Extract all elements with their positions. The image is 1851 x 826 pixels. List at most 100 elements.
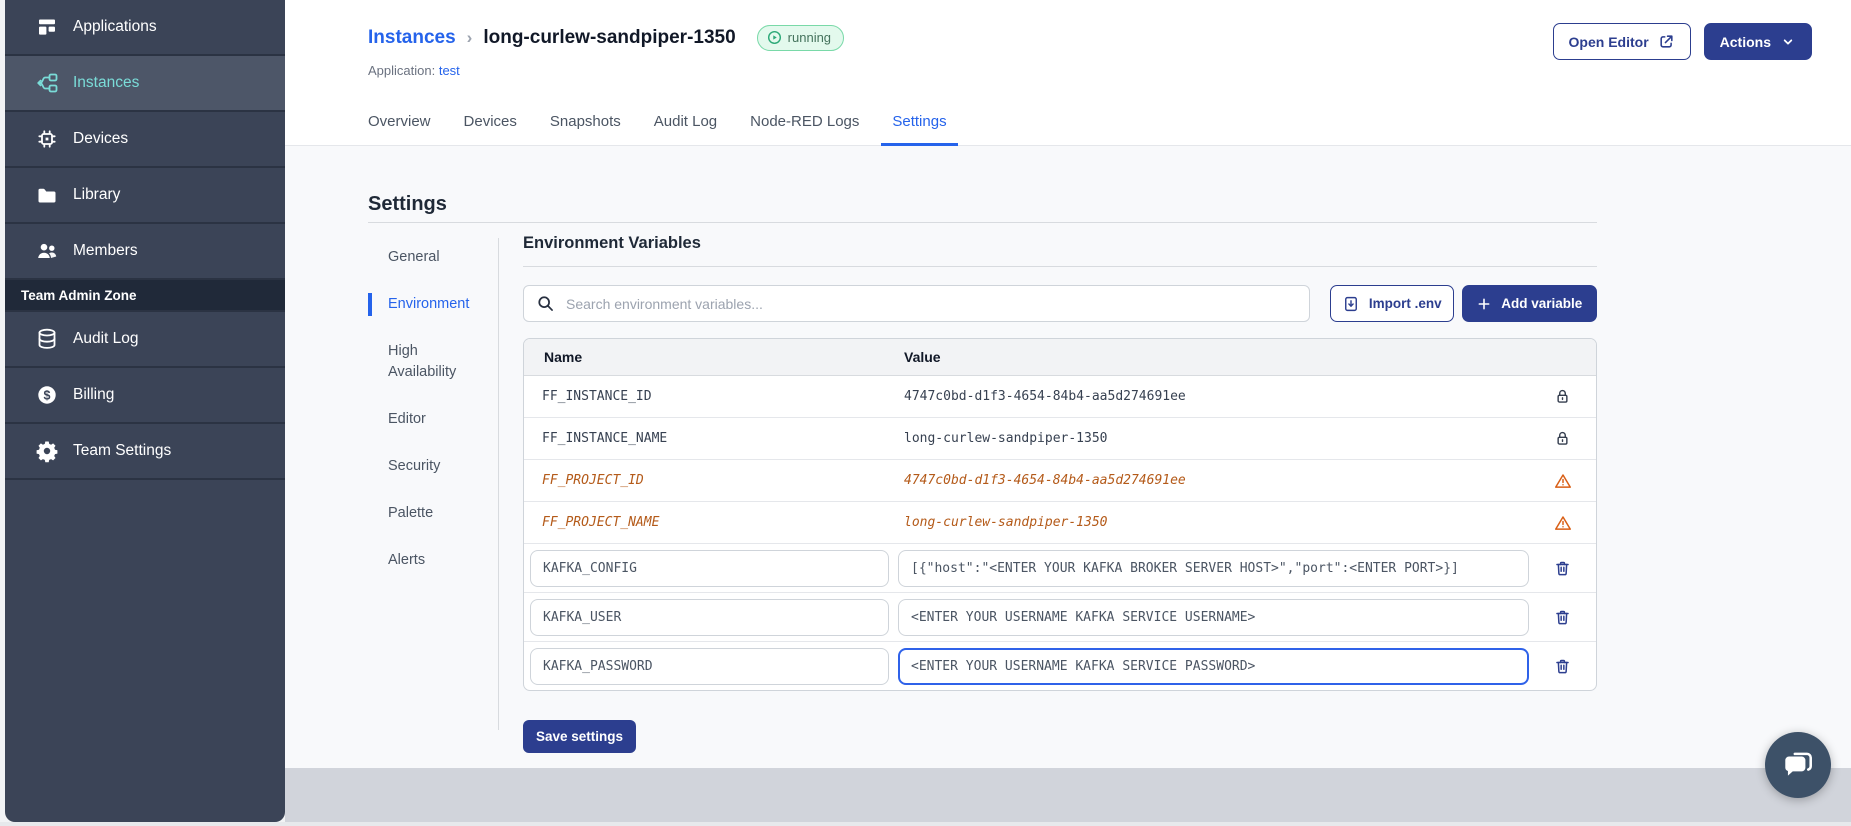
sidebar-item-label: Instances [73,74,140,91]
subnav-editor[interactable]: Editor [368,408,483,431]
plus-icon [1478,298,1490,309]
env-var-name: FF_INSTANCE_ID [542,389,652,404]
tab-snapshots[interactable]: Snapshots [539,103,632,146]
table-row: FF_INSTANCE_NAME long-curlew-sandpiper-1… [524,418,1596,460]
table-row [524,593,1596,642]
sidebar-item-label: Members [73,242,138,259]
sidebar-item-label: Library [73,186,121,203]
library-icon [35,183,59,207]
bottom-edge [0,822,1851,826]
sidebar-section-label: Team Admin Zone [21,287,137,303]
settings-divider [368,222,1597,223]
actions-button[interactable]: Actions [1703,23,1812,60]
tab-devices[interactable]: Devices [453,103,528,146]
sidebar-item-label: Billing [73,386,115,403]
tab-overview[interactable]: Overview [357,103,442,146]
column-header-value: Value [904,349,941,365]
sidebar-item-label: Devices [73,130,129,147]
running-icon [767,30,781,45]
env-var-value-input[interactable] [898,549,1529,587]
subnav-environment[interactable]: Environment [368,293,483,316]
open-editor-button[interactable]: Open Editor [1552,23,1691,60]
table-row [524,642,1596,690]
search-box [523,285,1310,322]
env-var-value: 4747c0bd-d1f3-4654-84b4-aa5d274691ee [904,389,1186,404]
application-link[interactable]: test [439,63,460,78]
tab-settings[interactable]: Settings [881,103,958,146]
add-variable-button[interactable]: Add variable [1461,285,1597,322]
main-area: Instances › long-curlew-sandpiper-1350 r… [285,0,1851,826]
warning-icon [1529,471,1596,491]
table-row [524,544,1596,593]
chevron-down-icon [1783,38,1793,45]
subnav-alerts[interactable]: Alerts [368,549,483,572]
external-link-icon [1660,35,1673,48]
sidebar-item-team-settings[interactable]: Team Settings [5,424,285,480]
table-header: Name Value [524,339,1596,376]
breadcrumb-instances-link[interactable]: Instances [368,27,456,49]
billing-icon: $ [35,383,59,407]
env-var-name-input[interactable] [530,598,889,636]
members-icon [35,239,59,263]
environment-title: Environment Variables [523,234,701,252]
status-badge: running [756,25,845,51]
chat-widget-button[interactable] [1765,732,1831,798]
settings-subnav: General Environment High Availability Ed… [368,246,483,596]
subnav-general[interactable]: General [368,246,483,269]
settings-page: Settings General Environment High Availa… [285,146,1851,768]
sidebar-item-instances[interactable]: Instances [5,56,285,112]
instances-icon [35,71,59,95]
status-badge-label: running [787,30,832,45]
environment-toolbar: Import .env Add variable [523,285,1597,322]
subnav-divider [498,238,499,730]
delete-variable-button[interactable] [1551,557,1574,580]
delete-variable-button[interactable] [1551,606,1574,629]
application-label: Application: [368,63,436,78]
search-input[interactable] [523,285,1310,322]
file-import-icon [1344,296,1357,311]
env-var-value-input-focused[interactable] [898,647,1529,685]
subnav-security[interactable]: Security [368,455,483,478]
sidebar-item-members[interactable]: Members [5,224,285,280]
lock-icon [1529,387,1596,406]
import-env-button[interactable]: Import .env [1330,285,1454,322]
save-settings-button[interactable]: Save settings [523,720,637,753]
sidebar-item-label: Audit Log [73,330,139,347]
env-var-name-input[interactable] [530,549,889,587]
page-title: Settings [368,192,447,215]
devices-icon [35,127,59,151]
env-var-name-input[interactable] [530,647,889,685]
breadcrumb: Instances › long-curlew-sandpiper-1350 r… [368,25,845,51]
environment-title-divider [523,266,1597,267]
sidebar-item-billing[interactable]: $ Billing [5,368,285,424]
search-icon [535,293,556,319]
instance-header: Instances › long-curlew-sandpiper-1350 r… [285,0,1851,146]
env-var-value-input[interactable] [898,598,1529,636]
app-window: Applications Instances Devices Library M… [0,0,1851,826]
lock-icon [1529,429,1596,448]
trash-icon [1556,659,1569,673]
warning-icon [1529,513,1596,533]
import-env-label: Import .env [1368,296,1442,311]
footer-strip [285,768,1851,822]
sidebar: Applications Instances Devices Library M… [5,0,285,822]
trash-icon [1556,610,1569,624]
tab-node-red-logs[interactable]: Node-RED Logs [739,103,870,146]
subnav-high-availability[interactable]: High Availability [368,340,483,384]
subnav-palette[interactable]: Palette [368,502,483,525]
sidebar-item-audit-log[interactable]: Audit Log [5,312,285,368]
sidebar-item-library[interactable]: Library [5,168,285,224]
sidebar-item-devices[interactable]: Devices [5,112,285,168]
add-variable-label: Add variable [1501,296,1583,311]
tab-audit-log[interactable]: Audit Log [643,103,728,146]
instance-tabs: Overview Devices Snapshots Audit Log Nod… [357,103,958,146]
table-row: FF_PROJECT_NAME long-curlew-sandpiper-13… [524,502,1596,544]
sidebar-item-applications[interactable]: Applications [5,0,285,56]
sidebar-item-label: Applications [73,18,157,35]
trash-icon [1556,561,1569,575]
delete-variable-button[interactable] [1551,655,1574,678]
breadcrumb-separator: › [466,28,473,47]
audit-log-icon [35,327,59,351]
environment-panel: Environment Variables Search environment… [523,234,1597,753]
env-var-value: long-curlew-sandpiper-1350 [904,515,1108,530]
